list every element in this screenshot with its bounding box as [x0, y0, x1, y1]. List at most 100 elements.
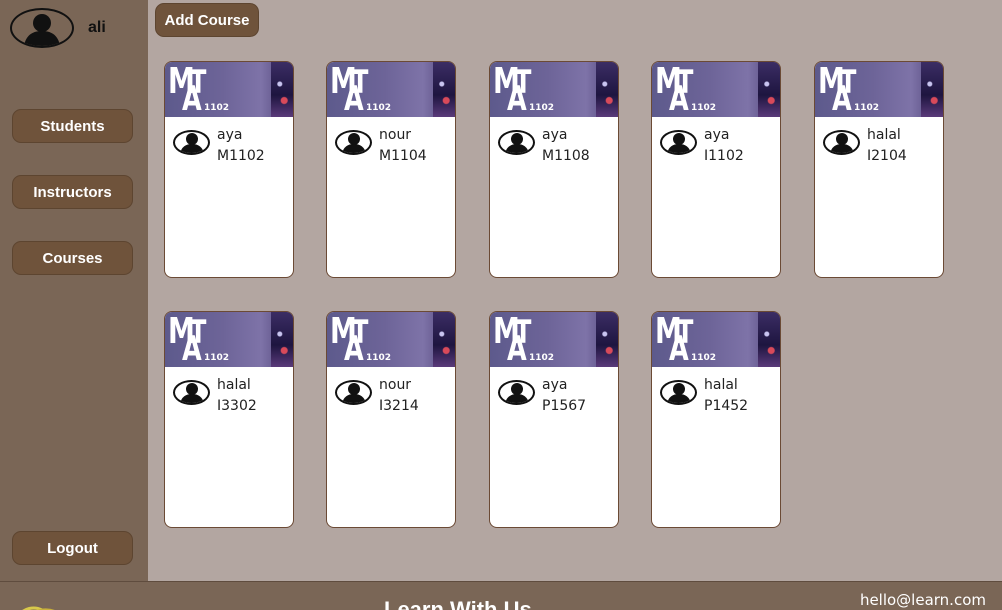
course-card-body: aya M1102: [165, 117, 293, 277]
instructor-avatar-icon: [335, 380, 372, 405]
instructor-avatar-icon: [335, 130, 372, 155]
course-logo-letter: A: [832, 79, 852, 117]
instructor-avatar-icon: [498, 130, 535, 155]
course-code: M1108: [542, 148, 590, 164]
course-banner-image: M T A 1102: [327, 62, 455, 117]
course-logo: M T A 1102: [493, 64, 573, 117]
instructor-name: halal: [217, 377, 251, 393]
instructor-name: aya: [704, 127, 730, 143]
course-logo: M T A 1102: [655, 64, 735, 117]
banner-decoration: [921, 62, 943, 117]
banner-decoration: [596, 62, 618, 117]
instructor-name: nour: [379, 377, 412, 393]
user-profile: ali: [10, 8, 106, 48]
course-banner-image: M T A 1102: [815, 62, 943, 117]
course-logo-number: 1102: [854, 103, 880, 113]
course-code: I3302: [217, 398, 257, 414]
course-logo-number: 1102: [691, 353, 717, 363]
banner-decoration: [433, 312, 455, 367]
username: ali: [88, 19, 106, 36]
course-code: I3214: [379, 398, 419, 414]
banner-decoration: [758, 62, 780, 117]
course-card[interactable]: M T A 1102 aya M1108: [489, 61, 619, 278]
footer: Learn With Us hello@learn.com: [0, 581, 1002, 610]
logout-button[interactable]: Logout: [12, 531, 133, 565]
footer-title: Learn With Us: [384, 597, 532, 610]
course-card-body: aya P1567: [490, 367, 618, 527]
instructor-avatar-icon: [823, 130, 860, 155]
course-card[interactable]: M T A 1102 nour M1104: [326, 61, 456, 278]
course-banner-image: M T A 1102: [165, 62, 293, 117]
course-logo: M T A 1102: [818, 64, 898, 117]
instructor-avatar-icon: [660, 380, 697, 405]
course-card-body: aya I1102: [652, 117, 780, 277]
course-logo-number: 1102: [366, 103, 392, 113]
course-code: I1102: [704, 148, 744, 164]
course-logo-letter: A: [182, 79, 202, 117]
footer-email-link[interactable]: hello@learn.com: [860, 591, 986, 609]
course-logo-number: 1102: [691, 103, 717, 113]
banner-decoration: [271, 62, 293, 117]
course-logo: M T A 1102: [330, 314, 410, 367]
instructor-avatar-icon: [173, 380, 210, 405]
footer-logo-icon: [22, 606, 55, 610]
course-card[interactable]: M T A 1102 halal I3302: [164, 311, 294, 528]
course-code: P1567: [542, 398, 587, 414]
course-card-body: aya M1108: [490, 117, 618, 277]
course-card-body: halal I2104: [815, 117, 943, 277]
course-logo: M T A 1102: [655, 314, 735, 367]
course-card[interactable]: M T A 1102 aya I1102: [651, 61, 781, 278]
course-code: P1452: [704, 398, 749, 414]
add-course-button[interactable]: Add Course: [155, 3, 259, 37]
course-card-body: halal P1452: [652, 367, 780, 527]
course-banner-image: M T A 1102: [652, 312, 780, 367]
course-logo-letter: A: [507, 79, 527, 117]
course-logo: M T A 1102: [168, 64, 248, 117]
course-banner-image: M T A 1102: [165, 312, 293, 367]
course-banner-image: M T A 1102: [652, 62, 780, 117]
course-logo-number: 1102: [529, 103, 555, 113]
course-logo: M T A 1102: [493, 314, 573, 367]
course-card-body: nour I3214: [327, 367, 455, 527]
course-card[interactable]: M T A 1102 aya P1567: [489, 311, 619, 528]
course-logo: M T A 1102: [330, 64, 410, 117]
sidebar: ali Students Instructors Courses Logout: [0, 0, 148, 581]
course-banner-image: M T A 1102: [490, 312, 618, 367]
banner-decoration: [271, 312, 293, 367]
course-banner-image: M T A 1102: [327, 312, 455, 367]
instructor-name: aya: [217, 127, 243, 143]
course-code: M1104: [379, 148, 427, 164]
instructor-name: halal: [704, 377, 738, 393]
course-card[interactable]: M T A 1102 aya M1102: [164, 61, 294, 278]
course-code: M1102: [217, 148, 265, 164]
instructor-avatar-icon: [173, 130, 210, 155]
course-card-body: nour M1104: [327, 117, 455, 277]
banner-decoration: [433, 62, 455, 117]
course-logo: M T A 1102: [168, 314, 248, 367]
students-button[interactable]: Students: [12, 109, 133, 143]
course-card[interactable]: M T A 1102 nour I3214: [326, 311, 456, 528]
banner-decoration: [596, 312, 618, 367]
course-card[interactable]: M T A 1102 halal P1452: [651, 311, 781, 528]
instructor-avatar-icon: [498, 380, 535, 405]
instructor-name: halal: [867, 127, 901, 143]
instructor-name: aya: [542, 127, 568, 143]
course-logo-letter: A: [669, 329, 689, 367]
banner-decoration: [758, 312, 780, 367]
course-code: I2104: [867, 148, 907, 164]
course-logo-number: 1102: [529, 353, 555, 363]
course-logo-letter: A: [182, 329, 202, 367]
courses-button[interactable]: Courses: [12, 241, 133, 275]
user-avatar-icon: [10, 8, 74, 48]
course-logo-number: 1102: [204, 353, 230, 363]
course-card[interactable]: M T A 1102 halal I2104: [814, 61, 944, 278]
course-card-body: halal I3302: [165, 367, 293, 527]
instructors-button[interactable]: Instructors: [12, 175, 133, 209]
course-logo-letter: A: [344, 329, 364, 367]
course-banner-image: M T A 1102: [490, 62, 618, 117]
course-logo-number: 1102: [366, 353, 392, 363]
instructor-name: nour: [379, 127, 412, 143]
instructor-avatar-icon: [660, 130, 697, 155]
course-logo-letter: A: [669, 79, 689, 117]
course-logo-number: 1102: [204, 103, 230, 113]
